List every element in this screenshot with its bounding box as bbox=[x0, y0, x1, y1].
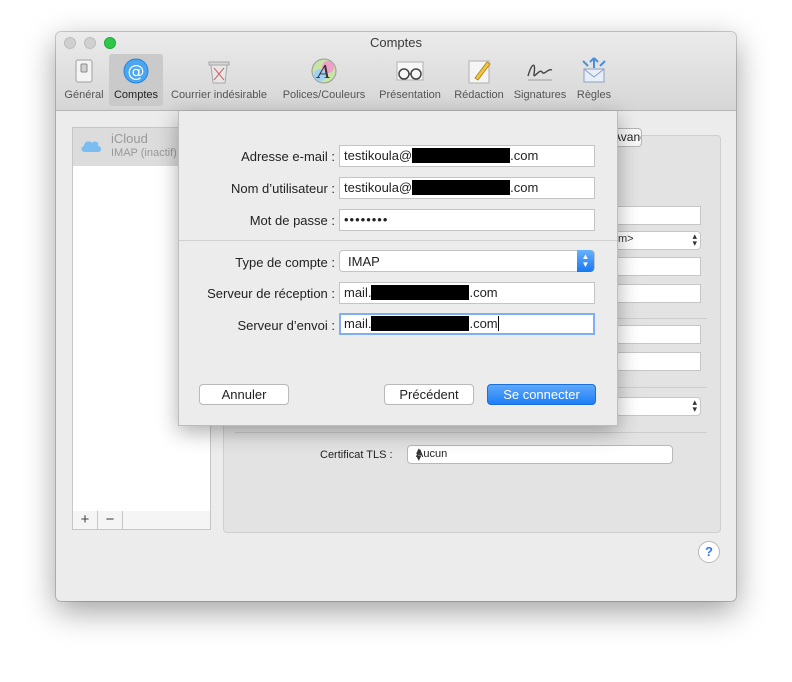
previous-button[interactable]: Précédent bbox=[384, 384, 474, 405]
select-arrows-icon: ▴ ▾ bbox=[692, 231, 697, 248]
toolbar-junk-mail[interactable]: Courrier indésirable bbox=[166, 54, 272, 106]
password-field[interactable]: •••••••• bbox=[339, 209, 595, 231]
fonts-colors-icon: A bbox=[311, 58, 337, 84]
detail-field-3[interactable] bbox=[612, 284, 701, 303]
toolbar-general[interactable]: Général bbox=[62, 54, 106, 106]
redacted-block bbox=[412, 180, 511, 196]
add-account-sheet: Adresse e-mail : testikoula@ .com Nom d’u… bbox=[178, 111, 618, 426]
username-label: Nom d’utilisateur : bbox=[230, 181, 335, 196]
toolbar-label: Rédaction bbox=[454, 89, 504, 101]
sheet-separator bbox=[179, 240, 617, 241]
toolbar-composing[interactable]: Rédaction bbox=[448, 54, 510, 106]
rules-envelope-icon bbox=[582, 57, 606, 83]
email-label: Adresse e-mail : bbox=[241, 149, 335, 164]
detail-field-4[interactable] bbox=[612, 325, 701, 344]
toolbar-label: Comptes bbox=[113, 89, 159, 101]
incoming-suffix: .com bbox=[469, 285, 498, 300]
pencil-icon bbox=[468, 60, 491, 84]
detail-separator bbox=[612, 318, 707, 319]
junk-trash-icon bbox=[208, 61, 230, 84]
username-prefix: testikoula@ bbox=[344, 180, 413, 195]
toolbar-signatures[interactable]: Signatures bbox=[510, 54, 570, 106]
detail-field-5[interactable] bbox=[612, 352, 701, 371]
toolbar-label: Signatures bbox=[513, 89, 567, 101]
glasses-icon bbox=[396, 61, 424, 81]
toolbar-label: Général bbox=[64, 89, 104, 101]
redacted-block bbox=[412, 148, 511, 164]
window-title: Comptes bbox=[369, 35, 423, 50]
redacted-block bbox=[371, 316, 470, 332]
detail-select-value: m> bbox=[618, 233, 634, 245]
toolbar-label: Courrier indésirable bbox=[171, 89, 267, 101]
email-prefix: testikoula@ bbox=[344, 148, 413, 163]
add-account-button[interactable]: + bbox=[73, 511, 98, 529]
incoming-server-label: Serveur de réception : bbox=[207, 286, 335, 301]
incoming-prefix: mail. bbox=[344, 285, 372, 300]
general-switch-icon bbox=[75, 59, 93, 83]
email-suffix: .com bbox=[510, 148, 539, 163]
select-arrows-icon: ▴ ▾ bbox=[416, 445, 422, 464]
toolbar-label: Présentation bbox=[379, 89, 441, 101]
username-suffix: .com bbox=[510, 180, 539, 195]
toolbar-label: Règles bbox=[576, 89, 612, 101]
incoming-server-field[interactable]: mail. .com bbox=[339, 282, 595, 304]
tls-certificate-label: Certificat TLS : bbox=[320, 449, 393, 461]
account-type-select[interactable]: IMAP ▲ ▼ bbox=[339, 250, 595, 272]
outgoing-server-field[interactable]: mail. .com bbox=[339, 313, 595, 335]
toolbar-fonts-colors[interactable]: A Polices/Couleurs bbox=[278, 54, 370, 106]
email-field[interactable]: testikoula@ .com bbox=[339, 145, 595, 167]
detail-field-2[interactable] bbox=[612, 257, 701, 276]
account-status: IMAP (inactif) bbox=[111, 147, 177, 159]
account-type-value: IMAP bbox=[348, 254, 380, 269]
select-arrows-icon: ▲ ▼ bbox=[577, 250, 594, 272]
tls-certificate-select[interactable]: Aucun ▴ ▾ bbox=[407, 445, 673, 464]
signature-icon bbox=[527, 64, 553, 81]
account-name: iCloud bbox=[111, 131, 148, 146]
cancel-button[interactable]: Annuler bbox=[199, 384, 289, 405]
toolbar-label: Polices/Couleurs bbox=[282, 89, 366, 101]
account-type-label: Type de compte : bbox=[235, 255, 335, 270]
outgoing-prefix: mail. bbox=[344, 316, 372, 331]
text-caret bbox=[497, 316, 499, 332]
detail-separator bbox=[612, 387, 707, 388]
connect-button[interactable]: Se connecter bbox=[487, 384, 596, 405]
icloud-icon bbox=[81, 141, 101, 152]
toolbar-accounts[interactable]: @ Comptes bbox=[109, 54, 163, 106]
redacted-block bbox=[371, 285, 470, 301]
titlebar: Comptes Général @ Comptes Courrier indés… bbox=[56, 32, 736, 111]
svg-text:@: @ bbox=[128, 62, 145, 82]
toolbar-rules[interactable]: Règles bbox=[570, 54, 618, 106]
password-label: Mot de passe : bbox=[249, 213, 335, 228]
username-field[interactable]: testikoula@ .com bbox=[339, 177, 595, 199]
outgoing-server-label: Serveur d’envoi : bbox=[237, 318, 335, 333]
select-arrows-icon: ▴ ▾ bbox=[692, 397, 697, 414]
detail-separator bbox=[235, 432, 707, 433]
help-button[interactable]: ? bbox=[698, 541, 720, 563]
account-list-controls: + − bbox=[72, 511, 211, 530]
toolbar-viewing[interactable]: Présentation bbox=[373, 54, 447, 106]
at-sign-icon: @ bbox=[123, 58, 149, 84]
detail-select-1[interactable]: m> ▴ ▾ bbox=[612, 231, 701, 250]
detail-field-1[interactable] bbox=[612, 206, 701, 225]
detail-select-2[interactable]: ▴ ▾ bbox=[612, 397, 701, 416]
svg-text:A: A bbox=[316, 62, 331, 83]
outgoing-suffix: .com bbox=[469, 316, 498, 331]
remove-account-button[interactable]: − bbox=[98, 511, 123, 529]
